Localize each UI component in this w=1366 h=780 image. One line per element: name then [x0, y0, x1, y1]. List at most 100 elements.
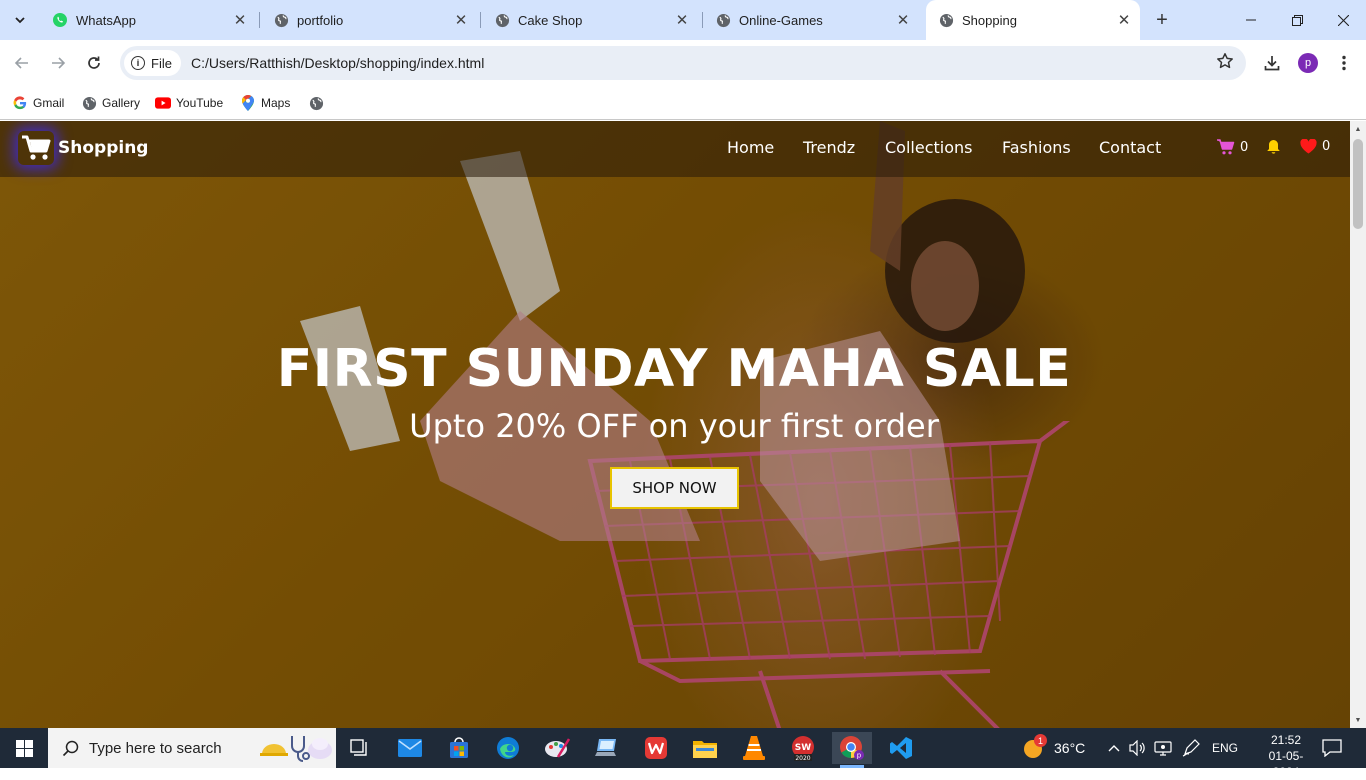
notification-icon — [1322, 739, 1342, 757]
bookmark-globe[interactable] — [308, 92, 329, 114]
close-tab-icon[interactable]: ✕ — [451, 10, 471, 30]
tab-shopping[interactable]: Shopping ✕ — [926, 0, 1140, 40]
minimize-button[interactable] — [1228, 0, 1274, 40]
kebab-menu-icon — [1342, 55, 1346, 71]
nav-link-trendz[interactable]: Trendz — [803, 138, 855, 157]
url-text[interactable]: C:/Users/Ratthish/Desktop/shopping/index… — [191, 55, 484, 71]
scroll-thumb[interactable] — [1353, 139, 1363, 229]
taskbar-vlc[interactable] — [734, 732, 774, 764]
mail-icon — [398, 739, 422, 757]
tab-portfolio[interactable]: portfolio ✕ — [261, 6, 477, 34]
menu-button[interactable] — [1330, 49, 1358, 77]
profile-button[interactable]: p — [1294, 49, 1322, 77]
chevron-down-icon — [15, 17, 25, 24]
google-icon — [12, 95, 28, 111]
network-button[interactable] — [1154, 728, 1172, 768]
cart-count: 0 — [1240, 139, 1249, 155]
taskbar-chrome[interactable]: p — [832, 732, 872, 768]
new-tab-button[interactable]: + — [1150, 8, 1174, 32]
search-placeholder: Type here to search — [89, 739, 222, 757]
nav-link-collections[interactable]: Collections — [885, 138, 972, 157]
weather-widget[interactable]: 1 36°C — [1022, 728, 1085, 768]
back-button[interactable] — [8, 49, 36, 77]
tab-whatsapp[interactable]: WhatsApp ✕ — [40, 6, 256, 34]
bookmark-youtube[interactable]: YouTube — [155, 92, 223, 114]
tab-title: Shopping — [962, 12, 1017, 28]
nav-link-contact[interactable]: Contact — [1099, 138, 1161, 157]
wishlist-count: 0 — [1322, 139, 1331, 154]
taskbar-computer[interactable] — [587, 732, 627, 764]
bookmark-gmail[interactable]: Gmail — [12, 92, 64, 114]
address-bar[interactable]: i File C:/Users/Ratthish/Desktop/shoppin… — [120, 46, 1246, 80]
bookmark-star-icon[interactable] — [1216, 52, 1234, 75]
reload-icon — [88, 56, 100, 69]
bookmark-label: Gmail — [33, 96, 65, 110]
downloads-button[interactable] — [1258, 49, 1286, 77]
taskbar-vscode[interactable] — [881, 732, 921, 764]
taskbar-file-explorer[interactable] — [685, 732, 725, 764]
taskbar-wps[interactable] — [636, 732, 676, 764]
bookmarks-bar: Gmail Gallery YouTube Maps — [0, 86, 1366, 120]
nav-link-home[interactable]: Home — [727, 138, 774, 157]
close-tab-icon[interactable]: ✕ — [1114, 10, 1134, 30]
page-scrollbar[interactable]: ▲ ▼ — [1350, 121, 1366, 728]
shop-now-button[interactable]: SHOP NOW — [610, 467, 739, 509]
taskbar-mail[interactable] — [390, 732, 430, 764]
network-icon — [1154, 741, 1172, 756]
hero-title: FIRST SUNDAY MAHA SALE — [276, 339, 1072, 399]
svg-text:p: p — [857, 752, 862, 760]
language-indicator[interactable]: ENG — [1212, 728, 1238, 768]
site-logo[interactable]: Shopping — [18, 131, 148, 165]
bookmark-label: Gallery — [102, 96, 141, 110]
maps-icon — [240, 95, 256, 111]
task-view-button[interactable] — [340, 732, 380, 764]
wishlist-button[interactable]: 0 — [1300, 139, 1330, 154]
forward-button[interactable] — [44, 49, 72, 77]
whatsapp-icon — [52, 12, 68, 28]
tab-search-button[interactable] — [6, 6, 34, 34]
restore-button[interactable] — [1274, 0, 1320, 40]
taskbar-clock[interactable]: 21:52 01-05-2024 — [1256, 732, 1316, 780]
bookmark-maps[interactable]: Maps — [240, 92, 290, 114]
close-tab-icon[interactable]: ✕ — [893, 10, 913, 30]
pen-button[interactable] — [1182, 728, 1200, 768]
scroll-up-arrow-icon[interactable]: ▲ — [1350, 121, 1366, 137]
scroll-down-arrow-icon[interactable]: ▼ — [1350, 712, 1366, 728]
close-tab-icon[interactable]: ✕ — [230, 10, 250, 30]
store-icon — [450, 737, 468, 758]
cart-button[interactable]: 0 — [1217, 139, 1248, 155]
reload-button[interactable] — [80, 49, 108, 77]
weather-badge: 1 — [1034, 734, 1047, 747]
taskbar-paint[interactable] — [537, 732, 577, 764]
tab-separator — [259, 12, 260, 28]
show-hidden-icons-button[interactable] — [1108, 728, 1120, 768]
bookmark-gallery[interactable]: Gallery — [81, 92, 140, 114]
search-highlight-illustration-icon — [260, 736, 332, 762]
tab-strip: WhatsApp ✕ portfolio ✕ Cake Shop ✕ Onlin… — [0, 0, 1366, 40]
speaker-icon — [1129, 740, 1145, 756]
volume-button[interactable] — [1129, 728, 1147, 768]
globe-icon — [938, 12, 954, 28]
taskbar-store[interactable] — [439, 732, 479, 764]
taskbar-search-input[interactable]: Type here to search — [48, 728, 336, 768]
chevron-up-icon — [1108, 745, 1120, 752]
globe-icon — [494, 12, 510, 28]
brand-name: Shopping — [58, 138, 149, 158]
close-tab-icon[interactable]: ✕ — [672, 10, 692, 30]
site-info-chip[interactable]: i File — [124, 50, 181, 76]
globe-icon — [81, 95, 97, 111]
paint-icon — [545, 738, 570, 758]
nav-link-fashions[interactable]: Fashions — [1002, 138, 1071, 157]
site-navbar: Shopping Home Trendz Collections Fashion… — [0, 121, 1350, 177]
tab-online-games[interactable]: Online-Games ✕ — [703, 6, 919, 34]
globe-icon — [308, 95, 324, 111]
avatar: p — [1298, 53, 1318, 73]
tab-cake-shop[interactable]: Cake Shop ✕ — [482, 6, 698, 34]
taskbar-solidworks[interactable]: SW 2020 — [783, 732, 823, 764]
start-button[interactable] — [0, 728, 48, 768]
notification-center-button[interactable] — [1322, 728, 1342, 768]
arrow-right-icon — [52, 57, 66, 69]
taskbar-edge[interactable] — [488, 732, 528, 764]
notifications-button[interactable] — [1266, 139, 1281, 155]
close-window-button[interactable] — [1320, 0, 1366, 40]
